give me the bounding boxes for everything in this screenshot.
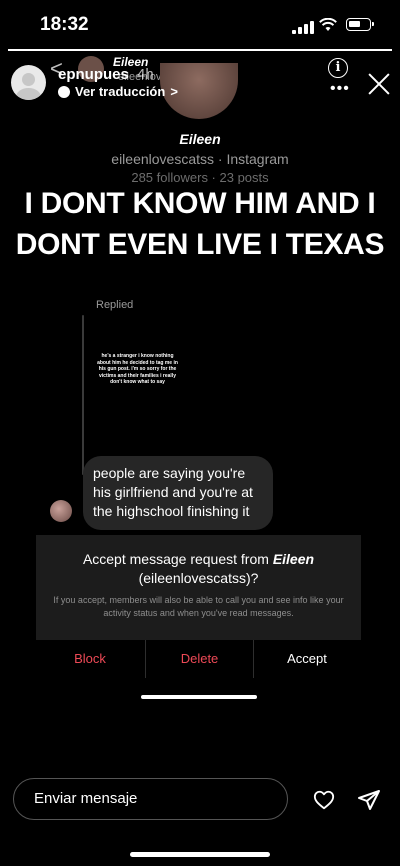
sender-avatar[interactable]	[50, 500, 72, 522]
cellular-signal-icon	[292, 20, 314, 34]
request-actions: Block Delete Accept	[0, 640, 400, 678]
request-description: If you accept, members will also be able…	[53, 595, 344, 618]
story-time-ago: 4h	[137, 66, 154, 83]
delete-button[interactable]: Delete	[145, 640, 254, 678]
more-icon[interactable]: •••	[330, 80, 350, 98]
block-button[interactable]: Block	[36, 640, 144, 678]
message-bubble[interactable]: people are saying you're his girlfriend …	[83, 456, 273, 530]
see-translation-button[interactable]: Ver traducción >	[58, 84, 178, 99]
heart-icon[interactable]	[313, 789, 335, 811]
profile-subtitle: eileenlovescatss · Instagram	[111, 151, 289, 167]
status-time: 18:32	[40, 14, 89, 35]
story-author-username[interactable]: epnupues	[58, 66, 129, 83]
info-icon[interactable]: i	[328, 58, 348, 78]
replied-label: Replied	[96, 299, 134, 311]
profile-stats: 285 followers · 23 posts	[131, 170, 269, 184]
request-handle: (eileenlovescatss)?	[138, 570, 259, 586]
wifi-icon	[319, 18, 337, 31]
story-author-avatar[interactable]	[11, 65, 46, 100]
see-translation-label: Ver traducción	[75, 84, 166, 99]
inner-home-indicator	[141, 695, 257, 699]
globe-icon	[58, 85, 70, 98]
close-icon[interactable]	[367, 72, 391, 96]
reply-indicator-line	[82, 315, 84, 475]
accept-button[interactable]: Accept	[253, 640, 361, 678]
story-progress-bar	[8, 49, 392, 51]
send-message-input[interactable]: Enviar mensaje	[13, 778, 288, 820]
replied-story-thumbnail[interactable]: he's a stranger i know nothing about him…	[96, 340, 179, 420]
chevron-right-icon: >	[170, 84, 178, 99]
home-indicator	[130, 852, 270, 857]
request-name: Eileen	[272, 551, 315, 567]
request-title: Accept message request from Eileen (eile…	[82, 551, 315, 586]
profile-display-name: Eileen	[179, 131, 221, 147]
message-request-panel: Accept message request from Eileen (eile…	[36, 535, 361, 640]
send-icon[interactable]	[357, 788, 381, 812]
battery-icon	[346, 18, 374, 31]
story-headline-text: I DONT KNOW HIM AND I DONT EVEN LIVE I T…	[15, 187, 385, 261]
